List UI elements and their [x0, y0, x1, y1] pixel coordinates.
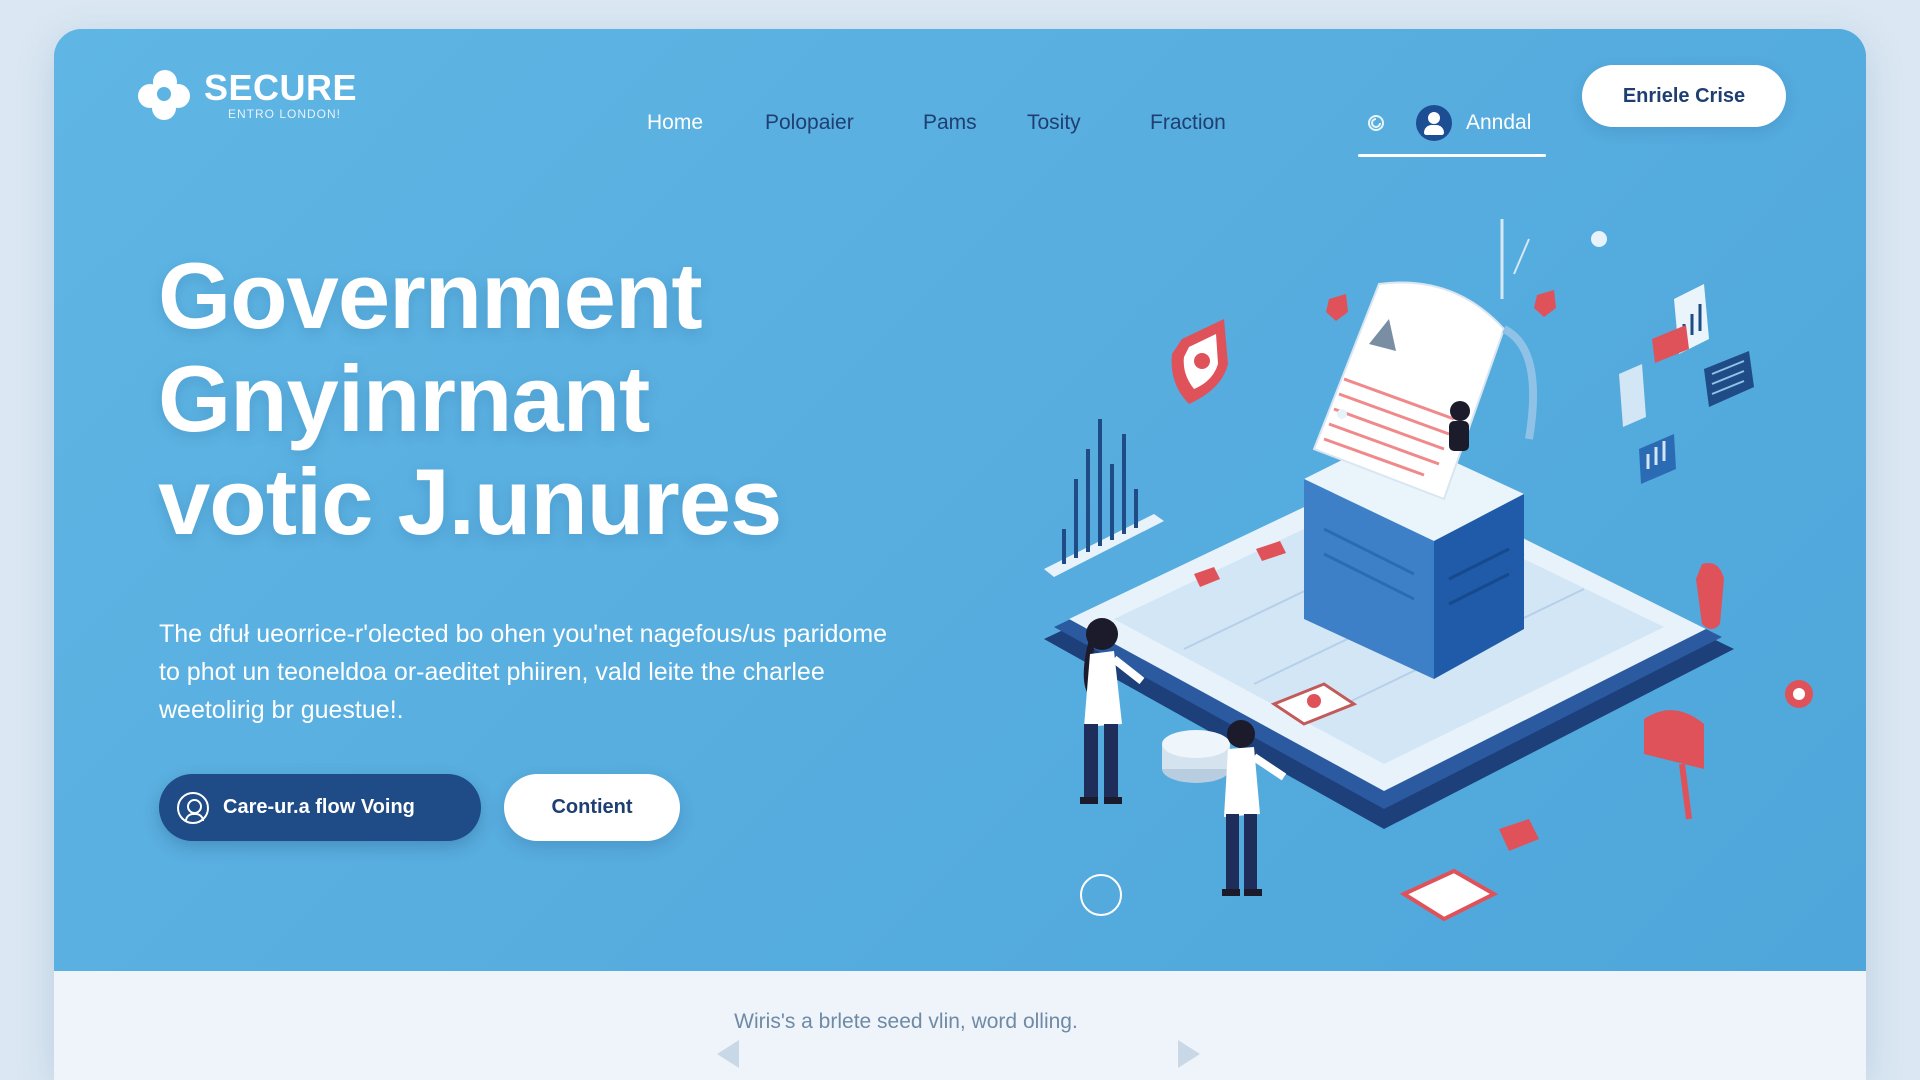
hero-section: SECURE ENTRO LONDON! Home Polopaier Pams… — [54, 29, 1866, 971]
user-badge-icon — [177, 791, 209, 824]
voting-illustration — [1044, 219, 1813, 922]
clover-logo-icon — [138, 70, 192, 120]
primary-cta-label: Care-ur.a flow Voing — [223, 796, 415, 818]
carousel-prev-icon[interactable] — [717, 1040, 739, 1068]
secondary-cta-button[interactable]: Contient — [504, 774, 680, 841]
page-frame: SECURE ENTRO LONDON! Home Polopaier Pams… — [54, 29, 1866, 1080]
nav-item-fraction[interactable]: Fraction — [1150, 111, 1226, 135]
primary-cta-button[interactable]: Care-ur.a flow Voing — [159, 774, 481, 841]
footer-tagline: Wiris's a brlete seed vlin, word olling. — [734, 1010, 1078, 1033]
headline-line-3: votic J.unures — [158, 449, 782, 554]
user-underline — [1358, 154, 1546, 157]
headline-line-2: Gnyinrnant — [158, 346, 650, 451]
brand-name: SECURE — [204, 67, 358, 108]
hero-description: The dfuł ueorrice-r'olected bo ohen you'… — [159, 620, 888, 724]
brand-logo[interactable]: SECURE ENTRO LONDON! — [138, 69, 357, 121]
brand-subtitle: ENTRO LONDON! — [228, 107, 342, 121]
nav-item-tosity[interactable]: Tosity — [1027, 111, 1081, 135]
user-name: Anndal — [1466, 111, 1532, 134]
nav-item-polopaier[interactable]: Polopaier — [765, 111, 854, 135]
user-avatar-icon — [1416, 105, 1452, 141]
enroll-button[interactable]: Enriele Crise — [1582, 65, 1786, 127]
user-account[interactable]: Anndal — [1416, 105, 1531, 141]
search-icon[interactable] — [1366, 113, 1386, 133]
hero-headline: Government Gnyinrnant votic J.unures — [158, 243, 782, 554]
carousel-next-icon[interactable] — [1178, 1040, 1200, 1068]
nav-item-home[interactable]: Home — [647, 111, 703, 135]
nav-item-pams[interactable]: Pams — [923, 111, 977, 135]
headline-line-1: Government — [158, 243, 703, 348]
